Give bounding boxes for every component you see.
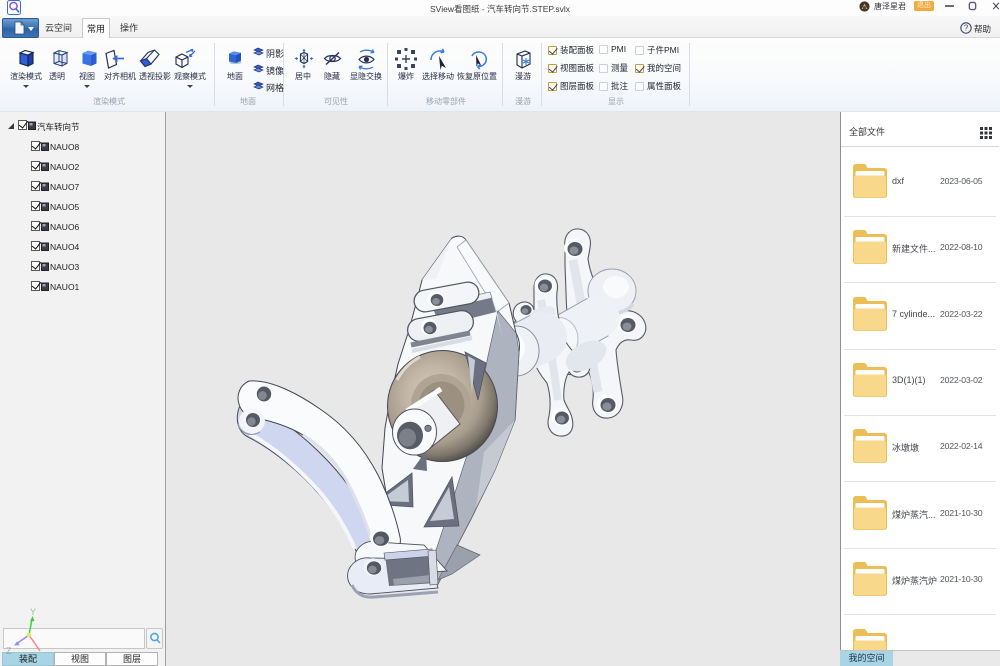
svg-text:Z: Z [6, 646, 12, 656]
svg-text:?: ? [964, 24, 969, 33]
svg-text:Y: Y [30, 607, 36, 617]
